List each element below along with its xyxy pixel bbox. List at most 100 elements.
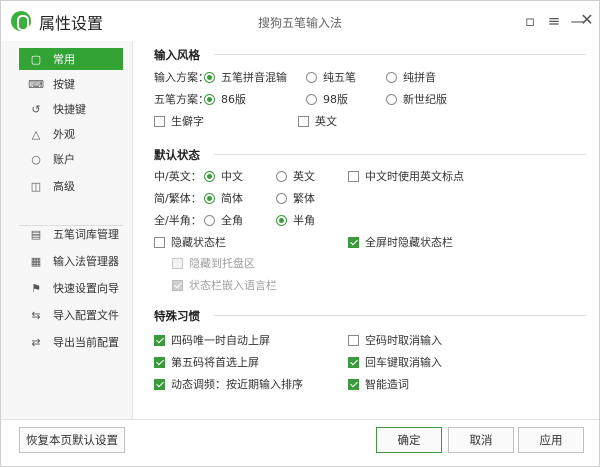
habit-checkbox-dynamic-freq[interactable]: 动态调频：按近期输入排序 <box>154 376 303 392</box>
rare-chars-checkbox[interactable]: 生僻字 <box>154 113 204 129</box>
dictionary-icon: ▤ <box>30 227 42 241</box>
sidebar-item-label: 输入法管理器 <box>53 255 119 268</box>
keyboard-icon: ⌨ <box>28 77 44 91</box>
sidebar-tool-ime-manager[interactable]: ▦ 输入法管理器 <box>19 250 123 272</box>
checkbox-icon <box>348 378 359 390</box>
lang-label: 中/英文： <box>154 170 202 183</box>
sidebar-item-advanced[interactable]: ◫ 高级 <box>19 175 123 197</box>
sidebar-tool-dictionary[interactable]: ▤ 五笔词库管理 <box>19 223 123 245</box>
sogou-logo-icon <box>11 11 31 31</box>
radio-icon <box>276 170 287 182</box>
sidebar-item-shortcuts[interactable]: ↺ 快捷键 <box>19 98 123 120</box>
sidebar-tool-import[interactable]: ⇆ 导入配置文件 <box>19 304 123 326</box>
sidebar-item-label: 常用 <box>53 53 75 66</box>
radio-icon <box>204 170 215 182</box>
export-icon: ⇄ <box>31 335 41 349</box>
checkbox-icon <box>154 236 165 248</box>
hide-status-bar-checkbox[interactable]: 隐藏状态栏 <box>154 234 226 250</box>
sidebar-item-label: 导出当前配置 <box>53 336 119 349</box>
sidebar-tool-export[interactable]: ⇄ 导出当前配置 <box>19 331 123 353</box>
english-checkbox[interactable]: 英文 <box>298 113 337 129</box>
sidebar-item-label: 五笔词库管理 <box>53 228 119 241</box>
checkbox-icon <box>154 115 165 127</box>
radio-icon <box>306 71 317 83</box>
dialog-footer: 恢复本页默认设置 确定 取消 应用 <box>1 419 599 466</box>
script-radio-simplified[interactable]: 简体 <box>204 190 243 206</box>
sidebar-item-label: 快速设置向导 <box>53 282 119 295</box>
monitor-icon: ▢ <box>30 52 42 66</box>
checkbox-icon <box>172 279 183 291</box>
radio-icon <box>386 93 397 105</box>
lang-radio-chinese[interactable]: 中文 <box>204 168 243 184</box>
script-radio-traditional[interactable]: 繁体 <box>276 190 315 206</box>
sidebar-item-common[interactable]: ▢ 常用 <box>19 48 123 70</box>
ok-button[interactable]: 确定 <box>376 427 442 453</box>
wubi-radio-86[interactable]: 86版 <box>204 91 246 107</box>
chip-icon: ◫ <box>30 179 42 193</box>
width-radio-half[interactable]: 半角 <box>276 212 315 228</box>
checkbox-icon <box>348 170 359 182</box>
sidebar-item-label: 高级 <box>53 180 75 193</box>
restore-defaults-button[interactable]: 恢复本页默认设置 <box>19 427 125 453</box>
habit-checkbox-empty-cancel[interactable]: 空码时取消输入 <box>348 332 442 348</box>
section-title-input-style: 输入风格 <box>154 48 200 62</box>
habit-checkbox-enter-cancel[interactable]: 回车键取消输入 <box>348 354 442 370</box>
sidebar-item-account[interactable]: ○ 账户 <box>19 148 123 170</box>
wubi-radio-98[interactable]: 98版 <box>306 91 348 107</box>
import-icon: ⇆ <box>31 308 41 322</box>
settings-window: 属性设置 搜狗五笔输入法 ▫ ≡ — ✕ ▢ 常用 ⌨ 按键 ↺ 快捷键 △ 外… <box>0 0 600 467</box>
shirt-icon: △ <box>31 127 41 141</box>
scheme-radio-mixed[interactable]: 五笔拼音混输 <box>204 69 287 85</box>
section-divider <box>214 315 586 316</box>
section-title-special-habits: 特殊习惯 <box>154 309 200 323</box>
hide-to-tray-checkbox[interactable]: 隐藏到托盘区 <box>172 255 255 271</box>
checkbox-icon <box>172 257 183 269</box>
sidebar-item-appearance[interactable]: △ 外观 <box>19 123 123 145</box>
wubi-radio-new-century[interactable]: 新世纪版 <box>386 91 447 107</box>
checkbox-icon <box>348 356 359 368</box>
radio-icon <box>204 192 215 204</box>
checkbox-icon <box>154 356 165 368</box>
radio-icon <box>204 71 215 83</box>
user-icon: ○ <box>31 152 41 166</box>
apply-button[interactable]: 应用 <box>518 427 584 453</box>
checkbox-icon <box>348 334 359 346</box>
script-label: 简/繁体： <box>154 192 202 205</box>
radio-icon <box>276 214 287 226</box>
scheme-radio-pure-pinyin[interactable]: 纯拼音 <box>386 69 436 85</box>
skin-icon[interactable]: ≡ <box>544 11 564 31</box>
sidebar-tool-wizard[interactable]: ⚑ 快速设置向导 <box>19 277 123 299</box>
checkbox-icon <box>154 334 165 346</box>
cancel-button[interactable]: 取消 <box>448 427 514 453</box>
radio-icon <box>204 214 215 226</box>
width-radio-full[interactable]: 全角 <box>204 212 243 228</box>
sidebar-item-label: 导入配置文件 <box>53 309 119 322</box>
sidebar: ▢ 常用 ⌨ 按键 ↺ 快捷键 △ 外观 ○ 账户 ◫ 高级 ▤ 五笔词库管理 <box>1 41 133 419</box>
settings-content: 输入风格 输入方案： 五笔拼音混输 纯五笔 纯拼音 五笔方案： 86版 98版 … <box>134 41 599 419</box>
section-divider <box>214 154 586 155</box>
lang-radio-english[interactable]: 英文 <box>276 168 315 184</box>
sidebar-item-label: 账户 <box>53 153 75 166</box>
checkbox-icon <box>348 236 359 248</box>
title-bar: 属性设置 搜狗五笔输入法 ▫ ≡ — ✕ <box>1 1 599 41</box>
scheme-radio-pure-wubi[interactable]: 纯五笔 <box>306 69 356 85</box>
flag-icon: ⚑ <box>31 281 41 295</box>
english-punct-checkbox[interactable]: 中文时使用英文标点 <box>348 168 464 184</box>
fullscreen-hide-checkbox[interactable]: 全屏时隐藏状态栏 <box>348 234 453 250</box>
radio-icon <box>386 71 397 83</box>
window-title: 属性设置 <box>39 14 104 33</box>
sidebar-item-label: 外观 <box>53 128 75 141</box>
habit-checkbox-auto-commit[interactable]: 四码唯一时自动上屏 <box>154 332 270 348</box>
sidebar-item-label: 按键 <box>53 78 75 91</box>
radio-icon <box>204 93 215 105</box>
section-title-default-state: 默认状态 <box>154 148 200 162</box>
checkbox-icon <box>154 378 165 390</box>
close-icon[interactable]: ✕ <box>577 9 597 29</box>
habit-checkbox-fifth-code[interactable]: 第五码将首选上屏 <box>154 354 259 370</box>
sidebar-item-keys[interactable]: ⌨ 按键 <box>19 73 123 95</box>
radio-icon <box>276 192 287 204</box>
embed-lang-bar-checkbox[interactable]: 状态栏嵌入语言栏 <box>172 277 277 293</box>
width-label: 全/半角： <box>154 214 202 227</box>
habit-checkbox-smart-words[interactable]: 智能造词 <box>348 376 409 392</box>
feedback-icon[interactable]: ▫ <box>520 11 540 31</box>
